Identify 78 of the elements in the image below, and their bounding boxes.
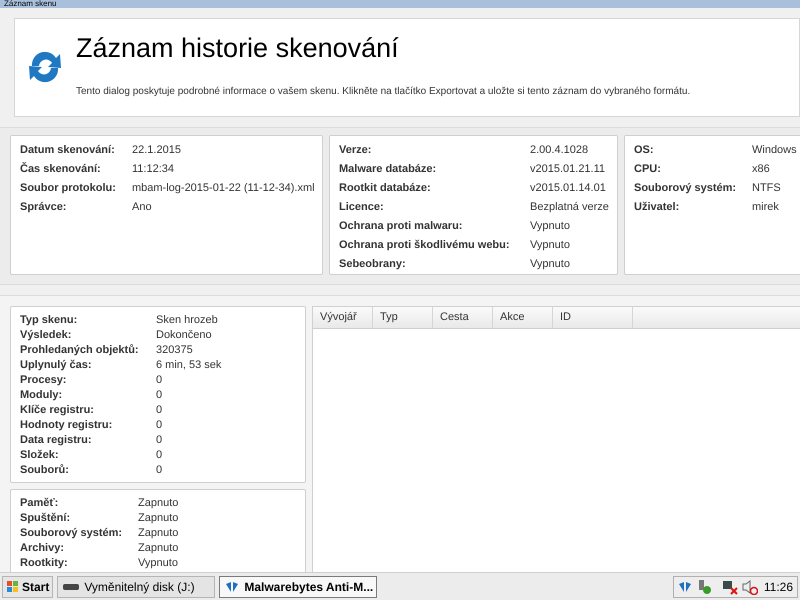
field-value: 0: [156, 373, 162, 388]
field-label: Čas skenování:: [20, 161, 102, 177]
field-value: 0: [156, 418, 162, 433]
field-label: Sebeobrany:: [339, 257, 407, 272]
start-button[interactable]: Start: [2, 576, 54, 598]
field-label: Paměť:: [20, 496, 60, 511]
field-label: Souborový systém:: [20, 526, 124, 541]
field-label: Ochrana proti malwaru:: [339, 219, 464, 234]
field-value: 0: [156, 403, 162, 418]
field-value: v2015.01.21.11: [530, 162, 606, 177]
field-label: Souborů:: [20, 463, 70, 478]
field-label: Data registru:: [20, 433, 93, 448]
dialog-description: Tento dialog poskytuje podrobné informace o vašem skenu. Klikněte na tlačítko Exportovat a uložte si tento záznam do vybraného formátu.: [76, 85, 690, 99]
field-value: Vypnuto: [138, 556, 178, 571]
field-value: v2015.01.14.01: [530, 181, 606, 196]
field-label: Ochrana proti škodlivému webu:: [339, 238, 511, 253]
field-label: Správce:: [20, 200, 68, 215]
field-value: Vypnuto: [530, 219, 570, 234]
field-label: Malware databáze:: [339, 162, 438, 177]
field-value: 0: [156, 463, 162, 478]
field-label: Uplynulý čas:: [20, 358, 93, 373]
field-value: Zapnuto: [138, 541, 178, 556]
column-header[interactable]: ID: [553, 307, 633, 328]
dialog-title: Záznam historie skenování: [76, 32, 400, 65]
field-value: Dokončeno: [156, 328, 212, 343]
field-label: Rootkity:: [20, 556, 69, 571]
field-value: mirek: [752, 200, 779, 215]
network-icon: [722, 578, 738, 594]
field-value: NTFS: [752, 181, 781, 196]
field-value: 0: [156, 388, 162, 403]
field-value: 320375: [156, 343, 193, 358]
field-label: Typ skenu:: [20, 313, 78, 328]
field-label: Licence:: [339, 200, 385, 215]
drive-icon: [63, 582, 80, 590]
field-label: Složek:: [20, 448, 60, 463]
field-label: Výsledek:: [20, 328, 72, 343]
field-value: Zapnuto: [138, 511, 178, 526]
column-header[interactable]: Akce: [493, 307, 553, 328]
field-label: Uživatel:: [634, 200, 680, 215]
field-value: Ano: [132, 200, 152, 215]
field-value: Zapnuto: [138, 526, 178, 541]
field-value: Sken hrozeb: [156, 313, 218, 328]
field-value: Windows: [752, 143, 797, 158]
field-label: Verze:: [339, 143, 372, 158]
field-value: Bezplatná verze: [530, 200, 609, 215]
field-value: 11:12:34: [132, 162, 174, 177]
field-value: Vypnuto: [530, 238, 570, 253]
field-label: Soubor protokolu:: [20, 181, 117, 196]
field-label: Moduly:: [20, 388, 64, 403]
field-value: 6 min, 53 sek: [156, 358, 222, 373]
field-value: 0: [156, 433, 162, 448]
field-label: OS:: [634, 143, 655, 158]
field-label: Rootkit databáze:: [339, 181, 432, 196]
taskbar-button[interactable]: Vyměnitelný disk (J:): [57, 576, 216, 598]
field-value: x86: [752, 162, 770, 177]
field-label: Souborový systém:: [634, 181, 738, 196]
field-label: Hodnoty registru:: [20, 418, 114, 433]
field-label: CPU:: [634, 162, 662, 177]
field-value: 22.1.2015: [132, 143, 181, 158]
field-label: Procesy:: [20, 373, 68, 388]
column-header[interactable]: Typ: [373, 307, 433, 328]
column-header[interactable]: Vývojář: [313, 307, 373, 328]
field-value: 2.00.4.1028: [530, 143, 588, 158]
field-label: Datum skenování:: [20, 143, 116, 158]
field-value: Zapnuto: [138, 496, 178, 511]
field-value: mbam-log-2015-01-22 (11-12-34).xml: [132, 181, 315, 196]
field-label: Prohledaných objektů:: [20, 343, 140, 358]
field-value: 0: [156, 448, 162, 463]
windows-logo-icon: [6, 580, 20, 594]
clock: 11:26: [764, 578, 793, 596]
window-title: Záznam skenu: [3, 0, 58, 8]
field-label: Archivy:: [20, 541, 66, 556]
field-label: Klíče registru:: [20, 403, 95, 418]
speaker-icon: [742, 578, 758, 594]
field-value: Vypnuto: [530, 257, 570, 272]
taskbar-button[interactable]: Malwarebytes Anti-M...: [219, 576, 378, 598]
field-label: Spuštění:: [20, 511, 72, 526]
column-header[interactable]: Cesta: [433, 307, 493, 328]
